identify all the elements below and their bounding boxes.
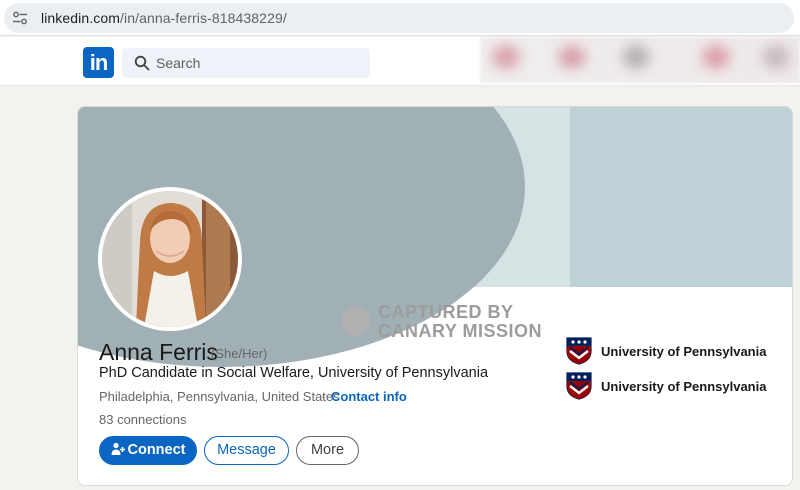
location-separator: ·: [321, 389, 326, 404]
canary-mission-watermark: CAPTURED BY CANARY MISSION: [341, 302, 561, 342]
contact-info-link[interactable]: Contact info: [331, 389, 407, 404]
url-text[interactable]: linkedin.com/in/anna-ferris-818438229/: [41, 10, 287, 26]
penn-shield-icon: [566, 337, 592, 365]
education-item[interactable]: University of Pennsylvania: [566, 337, 786, 365]
education-label: University of Pennsylvania: [601, 379, 767, 394]
search-icon: [134, 55, 150, 71]
profile-card: CAPTURED BY CANARY MISSION Anna Ferris (…: [77, 106, 793, 486]
profile-location: Philadelphia, Pennsylvania, United State…: [99, 389, 340, 404]
more-button[interactable]: More: [296, 436, 359, 465]
profile-name: Anna Ferris: [99, 339, 218, 365]
linkedin-top-nav: in: [0, 37, 800, 86]
url-path: /in/anna-ferris-818438229/: [120, 10, 287, 26]
blurred-nav-item: [762, 45, 790, 69]
watermark-line2: CANARY MISSION: [378, 321, 543, 341]
connections-count[interactable]: 83 connections: [99, 412, 186, 427]
connect-label: Connect: [127, 442, 186, 458]
penn-shield-icon: [566, 372, 592, 400]
watermark-line1: CAPTURED BY: [378, 302, 514, 322]
add-person-icon: [111, 442, 125, 455]
avatar[interactable]: [98, 187, 242, 331]
blurred-nav-item: [622, 45, 650, 69]
url-host: linkedin.com: [41, 10, 121, 26]
blurred-nav-item: [558, 45, 586, 69]
education-label: University of Pennsylvania: [601, 344, 767, 359]
profile-pronouns: (She/Her): [211, 346, 268, 361]
blurred-nav-icons: [480, 37, 800, 83]
profile-headline: PhD Candidate in Social Welfare, Univers…: [99, 365, 489, 381]
url-field[interactable]: linkedin.com/in/anna-ferris-818438229/: [4, 3, 794, 33]
blurred-nav-item: [702, 45, 730, 69]
linkedin-logo-icon[interactable]: in: [83, 47, 114, 78]
message-button[interactable]: Message: [204, 436, 289, 465]
blurred-nav-item: [492, 45, 520, 69]
education-item[interactable]: University of Pennsylvania: [566, 372, 786, 400]
search-box[interactable]: [122, 48, 370, 78]
watermark-logo-icon: [341, 306, 371, 336]
connect-button[interactable]: Connect: [99, 436, 197, 465]
avatar-photo: [102, 191, 238, 327]
browser-address-bar: linkedin.com/in/anna-ferris-818438229/: [0, 0, 800, 36]
search-input[interactable]: [156, 48, 356, 78]
site-settings-icon[interactable]: [12, 11, 28, 25]
